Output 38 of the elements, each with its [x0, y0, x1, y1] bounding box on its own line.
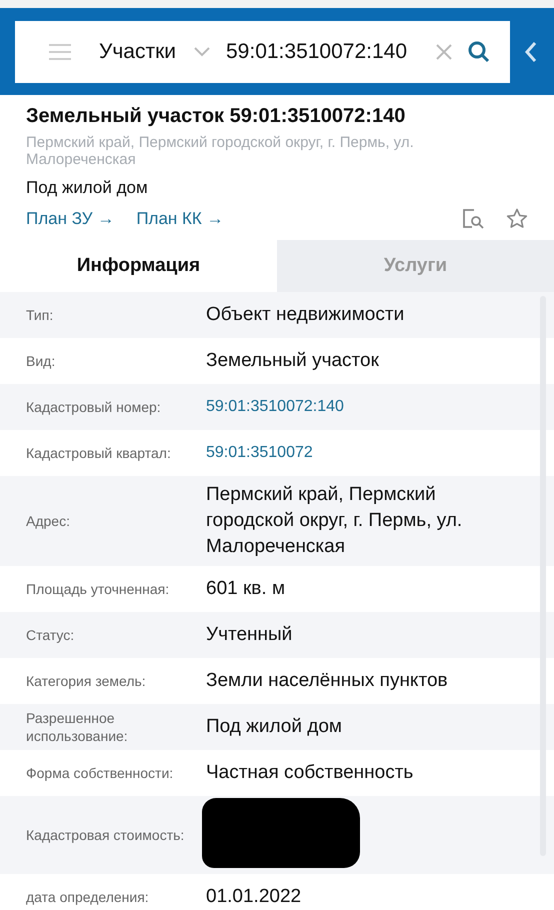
field-label: Кадастровый номер: — [26, 398, 162, 416]
chevron-down-icon[interactable] — [194, 46, 210, 56]
field-value: 01.01.2022 — [206, 885, 302, 909]
plan-link[interactable]: План КК → — [136, 209, 224, 229]
field-value: Земельный участок — [206, 349, 379, 373]
scrollbar[interactable] — [540, 296, 546, 856]
field-value: Учтенный — [206, 623, 292, 647]
field-label: Статус: — [26, 626, 76, 644]
field-label: дата определения: — [26, 888, 150, 906]
parcel-title: Земельный участок 59:01:3510072:140 — [26, 105, 406, 128]
search-field[interactable]: Участки 59:01:3510072:140 — [15, 20, 510, 82]
field-value: Частная собственность — [206, 761, 414, 785]
category-dropdown[interactable]: Участки — [99, 40, 176, 64]
field-value: 601 кв. м — [206, 577, 286, 601]
plan-link[interactable]: План ЗУ → — [26, 209, 114, 229]
address-text: Пермский край, Пермский городской округ, г. Пермь, ул. Малореченская — [26, 134, 415, 168]
chevron-left-icon[interactable] — [524, 40, 538, 62]
document-search-icon[interactable] — [462, 208, 484, 230]
usage-text: Под жилой дом — [26, 178, 149, 198]
value-link[interactable]: 59:01:3510072:140 — [206, 398, 344, 415]
field-label: Вид: — [26, 352, 56, 370]
query-input[interactable]: 59:01:3510072:140 — [226, 40, 436, 64]
field-value: Объект недвижимости — [206, 303, 404, 327]
field-label: Площадь уточненная: — [26, 580, 170, 598]
field-label: Кадастровая стоимость: — [26, 826, 186, 844]
field-label: Кадастровый квартал: — [26, 444, 172, 462]
search-icon[interactable] — [468, 40, 490, 62]
field-label: Тип: — [26, 306, 54, 324]
field-label: Адрес: — [26, 512, 71, 530]
field-value: Земли населённых пунктов — [206, 669, 448, 693]
field-label: Разрешенное использование: — [26, 709, 129, 745]
value-link[interactable]: 59:01:3510072 — [206, 444, 313, 461]
field-label: Категория земель: — [26, 672, 147, 690]
close-icon[interactable] — [436, 44, 452, 60]
field-label: Форма собственности: — [26, 764, 174, 782]
field-value: Под жилой дом — [206, 715, 342, 739]
field-value: Пермский край, Пермский городской округ, г. Пермь, ул. Малореченская — [206, 483, 464, 559]
star-icon[interactable] — [506, 208, 528, 230]
